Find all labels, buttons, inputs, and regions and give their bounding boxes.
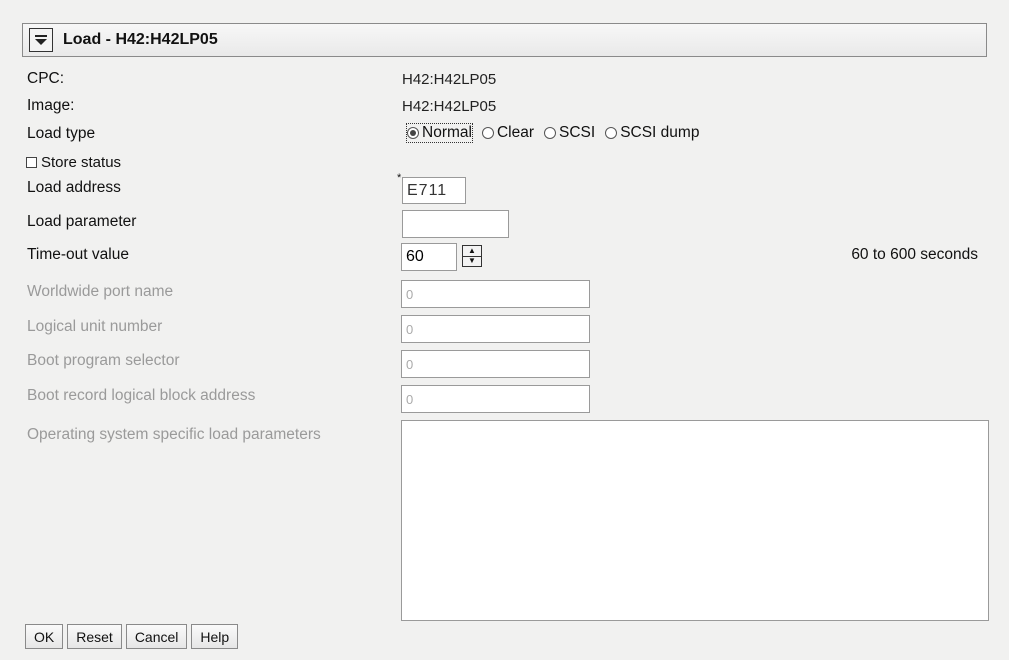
load-type-scsi-dump-radio[interactable]: SCSI dump: [605, 124, 699, 142]
load-address-input[interactable]: [402, 177, 466, 204]
load-type-scsi-radio[interactable]: SCSI: [544, 124, 595, 142]
lun-input[interactable]: [401, 315, 590, 343]
window-title: Load - H42:H42LP05: [63, 31, 218, 48]
timeout-label: Time-out value: [27, 246, 129, 263]
radio-selected-icon: [407, 127, 419, 139]
reset-button[interactable]: Reset: [67, 624, 122, 649]
lun-label: Logical unit number: [27, 318, 163, 335]
store-status-label: Store status: [41, 154, 122, 171]
help-button[interactable]: Help: [191, 624, 239, 649]
cpc-value: H42:H42LP05: [402, 71, 497, 88]
timeout-range-hint: 60 to 600 seconds: [851, 246, 978, 263]
wwpn-label: Worldwide port name: [27, 283, 174, 300]
load-type-scsi-dump-label: SCSI dump: [620, 124, 700, 141]
load-type-radio-group: Normal Clear SCSI SCSI dump: [406, 123, 709, 143]
load-type-scsi-label: SCSI: [559, 124, 596, 141]
os-params-label: Operating system specific load parameter…: [27, 426, 321, 443]
checkbox-icon: [26, 157, 37, 168]
load-type-normal-label: Normal: [422, 124, 472, 141]
radio-icon: [481, 127, 494, 139]
load-type-label: Load type: [27, 125, 96, 142]
radio-icon: [605, 127, 618, 139]
load-address-label: Load address: [27, 179, 121, 196]
load-type-normal-radio[interactable]: Normal: [406, 123, 473, 143]
cpc-label: CPC:: [27, 70, 65, 87]
load-parameter-label: Load parameter: [27, 213, 137, 230]
menu-down-icon: [35, 35, 47, 45]
boot-program-label: Boot program selector: [27, 352, 180, 369]
store-status-checkbox[interactable]: Store status: [26, 154, 121, 171]
radio-icon: [544, 127, 556, 139]
image-value: H42:H42LP05: [402, 98, 497, 115]
boot-record-input[interactable]: [401, 385, 590, 413]
window-title-bar: Load - H42:H42LP05: [22, 23, 987, 57]
image-label: Image:: [27, 97, 75, 114]
required-marker: *: [397, 172, 402, 184]
cancel-button[interactable]: Cancel: [125, 624, 188, 649]
spin-down-icon[interactable]: ▼: [463, 257, 481, 267]
timeout-spinner[interactable]: ▲ ▼: [462, 245, 482, 267]
os-params-textarea[interactable]: [401, 420, 989, 621]
load-type-clear-label: Clear: [496, 124, 534, 141]
wwpn-input[interactable]: [401, 280, 590, 308]
load-parameter-input[interactable]: [402, 210, 509, 238]
boot-program-input[interactable]: [401, 350, 590, 378]
timeout-input[interactable]: [401, 243, 457, 271]
ok-button[interactable]: OK: [25, 624, 64, 649]
load-type-clear-radio[interactable]: Clear: [481, 124, 534, 142]
button-bar: OK Reset Cancel Help: [25, 624, 242, 649]
spin-up-icon[interactable]: ▲: [463, 246, 481, 257]
boot-record-label: Boot record logical block address: [27, 387, 256, 404]
window-menu-button[interactable]: [29, 28, 53, 52]
